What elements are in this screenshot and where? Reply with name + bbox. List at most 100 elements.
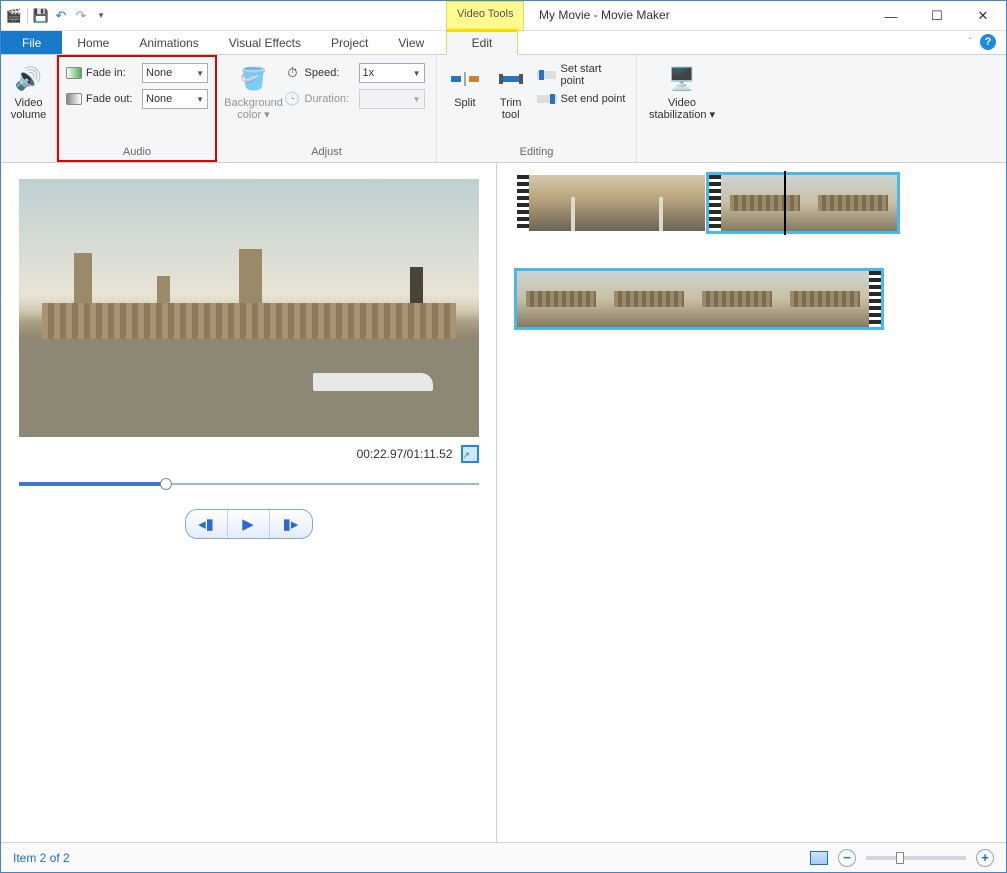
playback-controls: ◂▮ ▶ ▮▸ <box>185 509 313 539</box>
trim-tool-button[interactable]: Trim tool <box>491 59 531 121</box>
clip-thumbnail <box>617 175 705 231</box>
separator <box>27 8 28 24</box>
video-volume-label: Video volume <box>4 97 54 121</box>
preview-pane: 00:22.97/01:11.52 ↗ ◂▮ ▶ ▮▸ <box>1 163 497 844</box>
zoom-out-button[interactable]: − <box>838 849 856 867</box>
zoom-in-button[interactable]: + <box>976 849 994 867</box>
timeline-pane[interactable] <box>497 163 1006 844</box>
tab-home[interactable]: Home <box>62 31 124 54</box>
split-button[interactable]: Split <box>445 59 485 109</box>
split-label: Split <box>454 97 475 109</box>
fade-in-combo[interactable]: None ▼ <box>142 63 208 83</box>
tab-view[interactable]: View <box>383 31 439 54</box>
stabilization-icon: 🖥️ <box>666 63 698 95</box>
time-display: 00:22.97/01:11.52 <box>357 447 453 461</box>
speed-label: Speed: <box>305 67 355 79</box>
chevron-down-icon: ▼ <box>413 95 421 104</box>
split-icon <box>449 63 481 95</box>
redo-icon[interactable]: ↷ <box>72 7 90 25</box>
ribbon-help-area: ˆ ? <box>969 34 996 50</box>
tab-animations[interactable]: Animations <box>124 31 213 54</box>
tab-visual-effects[interactable]: Visual Effects <box>214 31 316 54</box>
next-frame-button[interactable]: ▮▸ <box>270 510 312 538</box>
fade-out-icon <box>66 93 82 105</box>
fade-out-value: None <box>146 93 172 105</box>
duration-label: Duration: <box>305 93 355 105</box>
group-adjust: 🪣 Background color ▾ ⏱ Speed: 1x ▼ 🕒 Dur… <box>217 55 437 162</box>
speedometer-icon: ⏱ <box>285 65 301 81</box>
clip-thumbnail <box>517 271 605 327</box>
clip-thumbnail <box>809 175 897 231</box>
timeline-row-2 <box>517 271 986 327</box>
end-point-icon <box>537 95 557 103</box>
speed-row: ⏱ Speed: 1x ▼ <box>285 63 425 83</box>
play-button[interactable]: ▶ <box>228 510 270 538</box>
tab-project[interactable]: Project <box>316 31 383 54</box>
set-end-point-button[interactable]: Set end point <box>537 93 628 105</box>
video-stabilization-button[interactable]: 🖥️ Video stabilization ▾ <box>642 59 722 121</box>
zoom-thumb[interactable] <box>896 852 904 864</box>
duration-row: 🕒 Duration: ▼ <box>285 89 425 109</box>
group-stabilization: 🖥️ Video stabilization ▾ <box>637 55 727 162</box>
filmstrip-edge <box>517 175 529 231</box>
clip-thumbnail <box>605 271 693 327</box>
group-audio: Fade in: None ▼ Fade out: None ▼ Audio <box>57 55 217 162</box>
prev-frame-button[interactable]: ◂▮ <box>186 510 228 538</box>
background-color-label: Background color ▾ <box>224 97 283 121</box>
clip-1[interactable] <box>517 175 705 231</box>
clip-2-selected[interactable] <box>709 175 897 231</box>
set-end-label: Set end point <box>561 93 626 105</box>
minimize-button[interactable]: — <box>868 1 914 31</box>
contextual-tab-header: Video Tools <box>446 1 524 31</box>
video-volume-button[interactable]: 🔊 Video volume <box>4 59 54 121</box>
set-start-point-button[interactable]: Set start point <box>537 63 628 87</box>
thumbnail-size-icon[interactable] <box>810 851 828 865</box>
clip-thumbnail <box>693 271 781 327</box>
seek-bar[interactable] <box>19 477 479 491</box>
seek-thumb[interactable] <box>160 478 172 490</box>
set-point-buttons: Set start point Set end point <box>537 59 628 105</box>
save-icon[interactable]: 💾 <box>32 7 50 25</box>
fullscreen-icon[interactable]: ↗ <box>461 445 479 463</box>
filmstrip-edge <box>709 175 721 231</box>
video-stabilization-label: Video stabilization ▾ <box>642 97 722 121</box>
qat-dropdown-icon[interactable]: ▾ <box>92 7 110 25</box>
seek-fill <box>19 482 166 486</box>
close-button[interactable]: ✕ <box>960 1 1006 31</box>
fade-out-combo[interactable]: None ▼ <box>142 89 208 109</box>
chevron-down-icon: ▼ <box>196 95 204 104</box>
clip-2-continued[interactable] <box>517 271 881 327</box>
undo-icon[interactable]: ↶ <box>52 7 70 25</box>
adjust-controls: ⏱ Speed: 1x ▼ 🕒 Duration: ▼ <box>285 59 425 109</box>
fade-out-row: Fade out: None ▼ <box>66 89 208 109</box>
clock-icon: 🕒 <box>285 91 301 107</box>
status-bar: Item 2 of 2 − + <box>1 842 1006 872</box>
title-bar: 🎬 💾 ↶ ↷ ▾ Video Tools My Movie - Movie M… <box>1 1 1006 31</box>
maximize-button[interactable]: ☐ <box>914 1 960 31</box>
set-start-label: Set start point <box>560 63 628 87</box>
background-color-button[interactable]: 🪣 Background color ▾ <box>229 59 279 121</box>
clip-thumbnail <box>781 271 869 327</box>
collapse-ribbon-icon[interactable]: ˆ <box>969 37 972 48</box>
ribbon-tabs: File Home Animations Visual Effects Proj… <box>1 31 1006 55</box>
paint-bucket-icon: 🪣 <box>238 63 270 95</box>
chevron-down-icon: ▼ <box>196 69 204 78</box>
status-item-text: Item 2 of 2 <box>13 851 70 865</box>
speed-combo[interactable]: 1x ▼ <box>359 63 425 83</box>
trim-icon <box>495 63 527 95</box>
chevron-down-icon: ▼ <box>413 69 421 78</box>
zoom-slider[interactable] <box>866 856 966 860</box>
tab-edit[interactable]: Edit <box>446 29 518 55</box>
tab-file[interactable]: File <box>1 31 62 54</box>
window-title: My Movie - Movie Maker <box>539 8 670 22</box>
fade-in-row: Fade in: None ▼ <box>66 63 208 83</box>
help-icon[interactable]: ? <box>980 34 996 50</box>
fade-in-value: None <box>146 67 172 79</box>
clip-thumbnail <box>529 175 617 231</box>
playhead[interactable] <box>784 171 786 235</box>
main-area: 00:22.97/01:11.52 ↗ ◂▮ ▶ ▮▸ <box>1 163 1006 844</box>
quick-access-toolbar: 🎬 💾 ↶ ↷ ▾ <box>1 7 110 25</box>
preview-video[interactable] <box>19 179 479 437</box>
duration-combo: ▼ <box>359 89 425 109</box>
fade-in-label: Fade in: <box>86 67 138 79</box>
